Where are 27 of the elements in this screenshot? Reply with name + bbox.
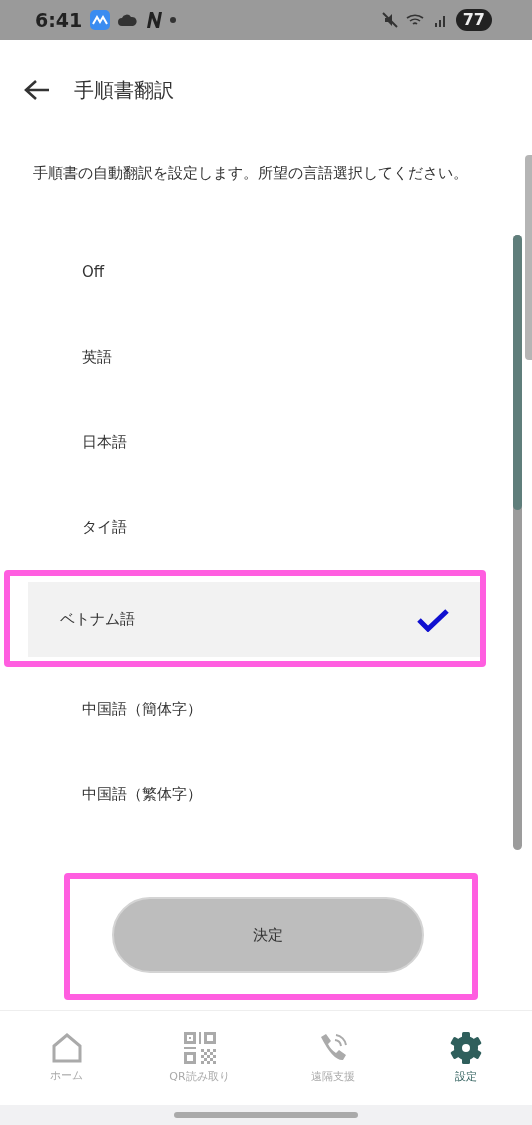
qr-code-icon [182, 1030, 217, 1065]
clock: 6:41 [35, 7, 83, 33]
language-option[interactable]: ベトナム語 [28, 582, 480, 657]
description-text: 手順書の自動翻訳を設定します。所望の言語選択してください。 [33, 164, 468, 182]
language-option[interactable]: タイ語 [28, 485, 485, 570]
language-option[interactable]: 中国語（繁体字） [28, 752, 485, 837]
home-icon [50, 1031, 83, 1064]
home-indicator[interactable] [174, 1112, 358, 1118]
signal-icon [433, 13, 448, 27]
language-option[interactable]: 英語 [28, 315, 485, 400]
page-title: 手順書翻訳 [74, 77, 174, 104]
app-icon [90, 10, 111, 30]
dot-icon [170, 17, 177, 23]
language-option[interactable]: 日本語 [28, 400, 485, 485]
gear-icon [448, 1030, 483, 1065]
mute-icon [381, 12, 398, 28]
battery-level: 77 [455, 9, 492, 31]
language-option[interactable]: 中国語（簡体字） [28, 667, 485, 752]
wifi-icon [405, 12, 426, 28]
cloud-icon [118, 14, 138, 26]
scrollbar[interactable] [513, 235, 522, 850]
language-option[interactable]: Off [28, 230, 485, 315]
nav-tab[interactable]: 設定 [454, 1068, 477, 1086]
checkmark-icon [416, 607, 450, 632]
back-arrow-icon[interactable] [24, 79, 50, 101]
n-logo-icon [145, 12, 163, 28]
scrollbar[interactable] [525, 155, 532, 360]
